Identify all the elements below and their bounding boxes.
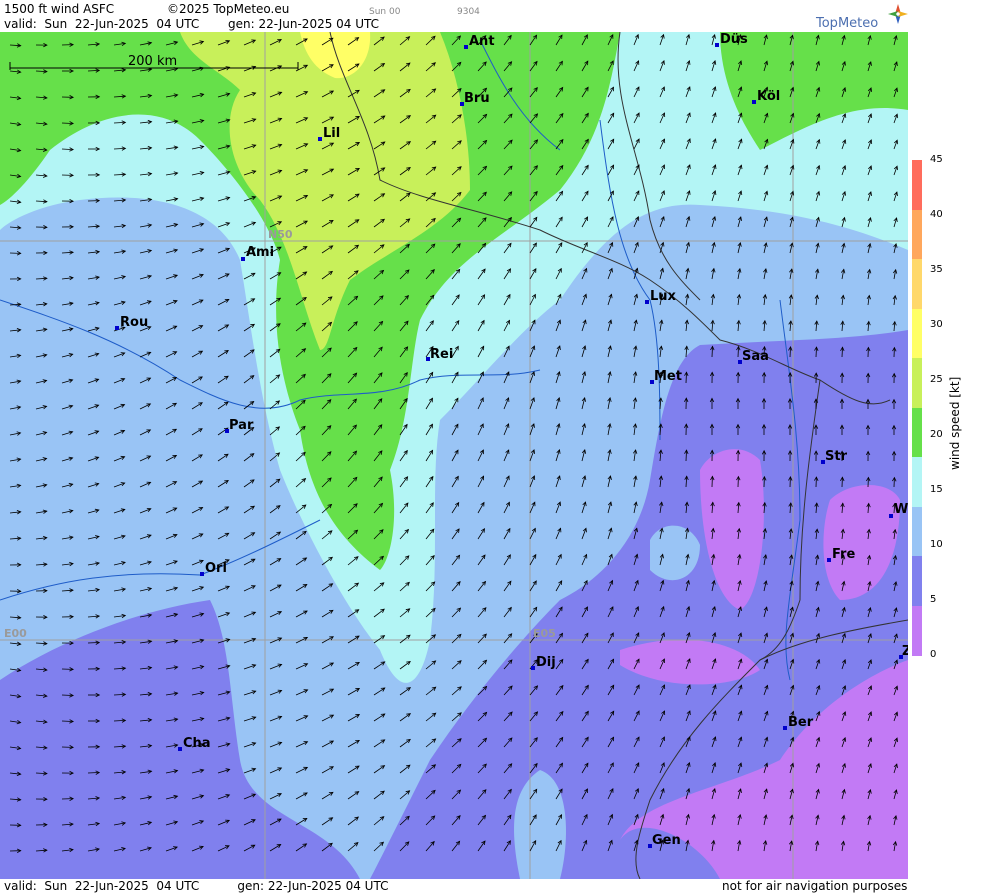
wind-map[interactable]: 200 km N50 E00 E05 Ant Düs Bru Köl Lil A… bbox=[0, 32, 908, 879]
city-label: Dij bbox=[536, 655, 556, 670]
legend-swatch bbox=[912, 556, 922, 606]
city-marker bbox=[200, 572, 204, 576]
legend-swatch bbox=[912, 506, 922, 557]
city-label: Düs bbox=[720, 32, 748, 47]
city-label: Cha bbox=[183, 736, 211, 751]
lat-label-n50: N50 bbox=[268, 228, 293, 241]
city-label: Met bbox=[654, 369, 682, 384]
city-label: Bru bbox=[464, 91, 490, 106]
legend-tick-label: 0 bbox=[930, 649, 937, 660]
legend-swatch bbox=[912, 407, 922, 458]
city-marker bbox=[531, 666, 535, 670]
wind-arrow bbox=[737, 346, 739, 358]
valid-time: valid: Sun 22-Jun-2025 04 UTC bbox=[4, 17, 200, 31]
city-marker bbox=[464, 45, 468, 49]
copyright: ©2025 TopMeteo.eu bbox=[167, 2, 290, 16]
legend-swatch bbox=[912, 457, 922, 507]
city-label: Rei bbox=[430, 347, 453, 362]
legend-swatch bbox=[912, 358, 922, 408]
city-marker bbox=[889, 514, 893, 518]
city-label: Z bbox=[902, 644, 908, 659]
legend-tick-label: 25 bbox=[930, 374, 943, 385]
wind-arrow bbox=[61, 694, 74, 696]
footer-valid: valid: Sun 22-Jun-2025 04 UTC gen: 22-Ju… bbox=[4, 879, 388, 893]
wind-arrow bbox=[87, 642, 100, 644]
city-label: Par bbox=[229, 418, 254, 433]
city-label: Orl bbox=[205, 561, 227, 576]
legend-tick-label: 35 bbox=[930, 264, 943, 275]
city-marker bbox=[318, 137, 322, 141]
legend-tick-label: 15 bbox=[930, 484, 943, 495]
city-label: Saa bbox=[742, 349, 769, 364]
chart-title: 1500 ft wind ASFC bbox=[4, 2, 115, 16]
legend-tick-label: 10 bbox=[930, 539, 943, 550]
city-label: Rou bbox=[120, 315, 148, 330]
legend-tick-label: 20 bbox=[930, 429, 943, 440]
wind-arrow bbox=[711, 346, 713, 358]
wind-arrow bbox=[685, 372, 687, 384]
city-marker bbox=[241, 257, 245, 261]
wind-map-canvas: 200 km N50 E00 E05 Ant Düs Bru Köl Lil A… bbox=[0, 32, 908, 879]
city-label: Gen bbox=[652, 833, 681, 848]
city-label: W bbox=[894, 502, 908, 517]
city-label: Lil bbox=[323, 126, 340, 141]
legend-tick-label: 40 bbox=[930, 209, 943, 220]
lon-label-e05: E05 bbox=[533, 627, 556, 640]
city-marker bbox=[827, 558, 831, 562]
legend-swatch bbox=[912, 605, 922, 656]
city-marker bbox=[783, 726, 787, 730]
wind-arrow bbox=[61, 122, 74, 124]
footer-valid-text: valid: Sun 22-Jun-2025 04 UTC bbox=[4, 879, 200, 893]
footer-disclaimer: not for air navigation purposes bbox=[722, 879, 908, 893]
city-label: Fre bbox=[832, 547, 855, 562]
logo-text: TopMeteo bbox=[816, 16, 879, 31]
legend-tick-label: 5 bbox=[930, 594, 937, 605]
legend-swatch bbox=[912, 308, 922, 359]
legend-tick-label: 30 bbox=[930, 319, 943, 330]
legend-swatch bbox=[912, 160, 922, 210]
legend-colorbar bbox=[912, 160, 922, 656]
legend-swatch bbox=[912, 259, 922, 309]
wind-arrow bbox=[87, 772, 100, 774]
legend-swatch bbox=[912, 209, 922, 260]
wind-arrow bbox=[685, 450, 687, 462]
wind-arrow bbox=[61, 720, 74, 722]
city-label: Ami bbox=[246, 245, 274, 260]
generated-time: gen: 22-Jun-2025 04 UTC bbox=[228, 17, 380, 31]
city-marker bbox=[115, 326, 119, 330]
scale-label: 200 km bbox=[128, 54, 177, 69]
city-marker bbox=[715, 43, 719, 47]
footer-generated-text: gen: 22-Jun-2025 04 UTC bbox=[237, 879, 389, 893]
city-label: Ant bbox=[469, 34, 495, 49]
city-label: Str bbox=[825, 449, 848, 464]
legend-tick-label: 45 bbox=[930, 154, 943, 165]
city-marker bbox=[752, 100, 756, 104]
city-label: Köl bbox=[757, 89, 780, 104]
legend-title: wind speed [kt] bbox=[948, 376, 962, 470]
city-marker bbox=[178, 747, 182, 751]
city-marker bbox=[645, 300, 649, 304]
run-tag: Sun 00 bbox=[369, 7, 401, 17]
code-tag: 9304 bbox=[457, 7, 480, 17]
city-label: Ber bbox=[788, 715, 814, 730]
city-label: Lux bbox=[650, 289, 677, 304]
lon-label-e00: E00 bbox=[4, 627, 27, 640]
